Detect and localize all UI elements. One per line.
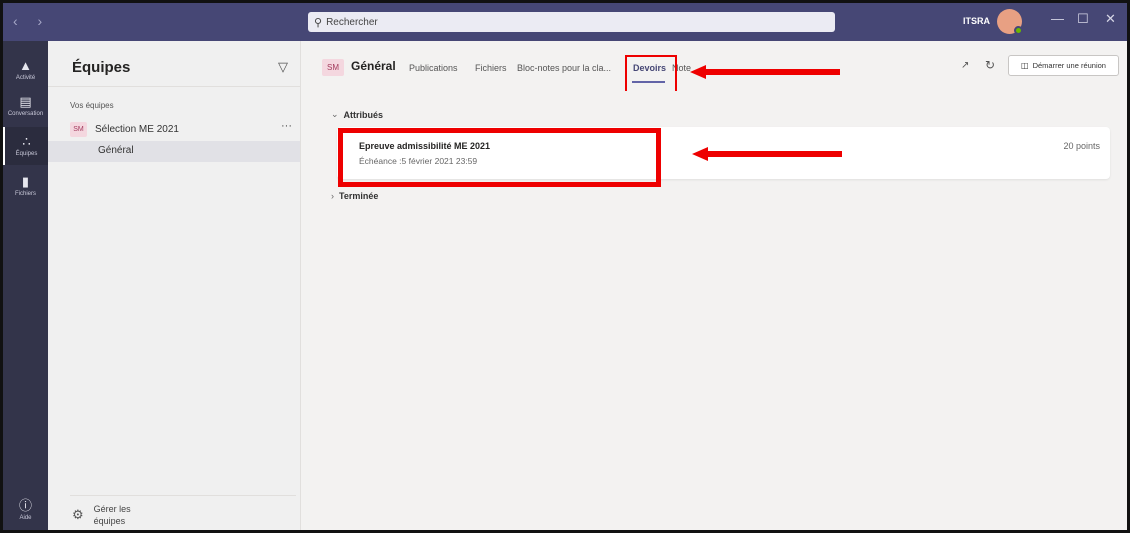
nav-arrows[interactable]: ‹ › [13,13,50,29]
app-help-label: Aide [19,515,32,521]
minimize-button[interactable]: — [1051,11,1064,26]
app-files-label: Fichiers [14,191,36,197]
divider [70,495,296,496]
user-name[interactable]: ITSRA [963,16,990,26]
app-help[interactable]: ⓘ Aide [3,491,48,529]
tab-files[interactable]: Fichiers [475,63,507,73]
tab-notebook[interactable]: Bloc-notes pour la cla... [517,63,611,73]
app-chat[interactable]: ▤ Conversation [3,87,48,125]
camera-icon: ◫ [1021,61,1029,70]
chevron-right-icon: › [331,191,334,201]
title-bar: ‹ › ⚲ Rechercher ITSRA — ☐ ✕ [3,3,1127,41]
help-icon: ⓘ [18,498,32,513]
channel-label: Général [98,145,134,156]
search-placeholder: Rechercher [326,16,378,28]
divider [48,86,301,87]
app-files[interactable]: ▮ Fichiers [3,167,48,205]
app-bar: ▲ Activité ▤ Conversation ∴ Équipes ▮ Fi… [3,41,48,530]
channel-item-general[interactable]: Général [48,141,300,162]
completed-label: Terminée [339,191,379,201]
search-input[interactable]: ⚲ Rechercher [308,12,835,32]
file-icon: ▮ [21,174,30,189]
tab-publications[interactable]: Publications [409,63,458,73]
team-item[interactable]: SM Sélection ME 2021 ··· [70,119,296,139]
more-options-icon[interactable]: ··· [281,120,292,132]
assignments-view: ⌄ Attribués Epreuve admissibilité ME 202… [302,91,1127,530]
expand-icon[interactable]: ↗ [961,60,969,71]
teams-pane: Équipes ▽ Vos équipes SM Sélection ME 20… [48,41,301,530]
chat-icon: ▤ [19,94,32,109]
maximize-button[interactable]: ☐ [1077,11,1089,27]
app-teams-label: Équipes [15,151,38,157]
app-activity-label: Activité [15,75,36,81]
gear-icon: ⚙ [72,507,84,522]
annotation-arrow [690,65,840,79]
channel-avatar: SM [322,59,344,76]
manage-teams-label: Gérer les équipes [93,504,131,526]
assigned-label: Attribués [343,109,384,120]
teams-icon: ∴ [22,134,31,149]
highlight-box [338,128,661,187]
filter-icon[interactable]: ▽ [278,59,288,75]
start-meeting-button[interactable]: ◫ Démarrer une réunion [1008,55,1119,76]
channel-name: Général [351,59,396,73]
teams-window: ‹ › ⚲ Rechercher ITSRA — ☐ ✕ ▲ Activité … [0,0,1130,533]
team-name: Sélection ME 2021 [95,123,179,135]
bell-icon: ▲ [19,58,32,73]
completed-group-header[interactable]: › Terminée [331,191,378,201]
app-activity[interactable]: ▲ Activité [3,51,48,89]
channel-header: SM Général Publications Fichiers Bloc-no… [302,41,1127,93]
search-icon: ⚲ [314,16,323,29]
chevron-down-icon: ⌄ [331,109,339,119]
presence-icon [1014,26,1023,35]
start-meeting-label: Démarrer une réunion [1032,61,1106,70]
team-avatar: SM [70,121,87,137]
refresh-icon[interactable]: ↻ [985,58,995,72]
assignment-points: 20 points [1063,141,1100,151]
app-teams[interactable]: ∴ Équipes [3,127,48,165]
pane-title: Équipes [72,59,131,76]
assigned-group-header[interactable]: ⌄ Attribués [331,109,383,120]
close-button[interactable]: ✕ [1105,11,1116,27]
annotation-arrow [692,147,842,161]
user-avatar[interactable] [997,9,1023,35]
app-chat-label: Conversation [7,111,44,117]
highlight-box [625,55,677,93]
manage-teams-button[interactable]: ⚙ Gérer les équipes [72,503,140,527]
section-label: Vos équipes [70,101,114,110]
